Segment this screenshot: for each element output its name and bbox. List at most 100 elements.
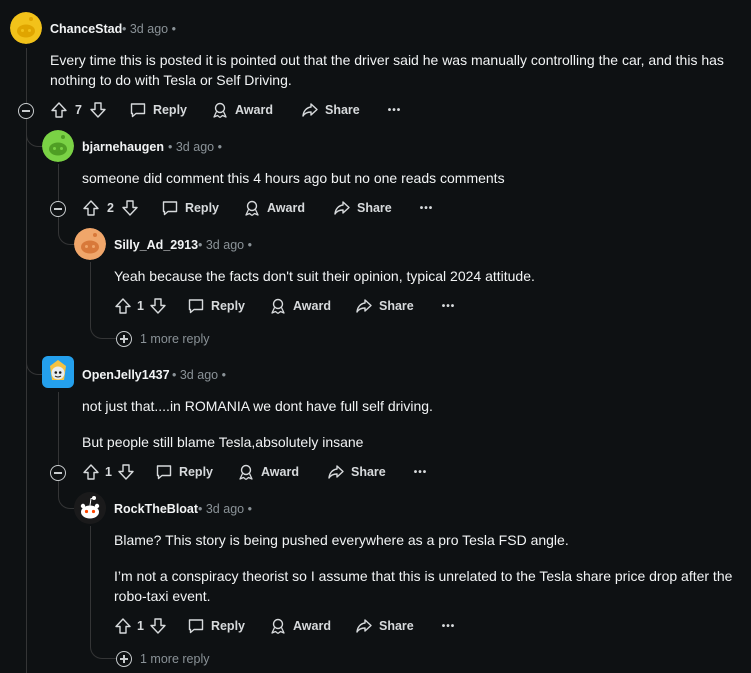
avatar[interactable] [74,228,106,260]
reply-label: Reply [184,201,219,215]
comment-author[interactable]: OpenJelly1437 [82,368,170,382]
downvote-icon [150,618,166,634]
upvote-button[interactable] [114,617,132,635]
collapse-thread-button[interactable] [18,103,34,119]
reply-icon [188,299,204,314]
reply-icon [156,465,172,480]
overflow-menu-button[interactable]: ••• [420,203,434,214]
share-label: Share [378,299,414,313]
avatar[interactable] [42,130,74,162]
comment-actions: 1 Reply Award Share ••• [82,460,427,484]
overflow-icon: ••• [387,104,402,116]
comment-timestamp: • 3d ago • [122,22,176,36]
comment-body: not just that....in ROMANIA we dont have… [82,396,732,452]
share-label: Share [356,201,392,215]
thread-connector [26,120,43,375]
vote-count: 1 [137,299,144,313]
collapse-thread-button[interactable] [50,465,66,481]
collapse-thread-button[interactable] [50,201,66,217]
reply-button[interactable]: Reply [161,199,219,217]
share-button[interactable]: Share [333,199,392,217]
upvote-button[interactable] [82,463,100,481]
comment-body: Blame? This story is being pushed everyw… [114,530,739,606]
downvote-button[interactable] [117,463,135,481]
overflow-menu-button[interactable]: ••• [414,467,428,478]
share-label: Share [324,103,360,117]
comment-author[interactable]: ChanceStad [50,22,122,36]
comment-timestamp: • 3d ago • [168,140,222,154]
upvote-button[interactable] [82,199,100,217]
downvote-button[interactable] [149,617,167,635]
downvote-icon [118,464,134,480]
reply-button[interactable]: Reply [155,463,213,481]
comment-paragraph: Blame? This story is being pushed everyw… [114,532,569,548]
share-label: Share [350,465,386,479]
snoo-avatar-icon [10,12,42,44]
overflow-menu-button[interactable]: ••• [442,301,456,312]
reply-icon [130,103,146,118]
overflow-menu-button[interactable]: ••• [442,621,456,632]
thread-connector [90,310,117,339]
upvote-button[interactable] [114,297,132,315]
upvote-icon [51,102,67,118]
share-icon [328,465,344,479]
award-label: Award [267,201,305,215]
overflow-menu-button[interactable]: ••• [388,105,402,116]
comment-author[interactable]: bjarnehaugen [82,140,164,154]
share-button[interactable]: Share [327,463,386,481]
overflow-icon: ••• [441,620,456,632]
thread-line-level1 [58,392,59,470]
share-button[interactable]: Share [301,101,360,119]
vote-count: 1 [105,465,112,479]
expand-plus-icon [116,651,132,667]
comment-author[interactable]: RockTheBloat [114,502,198,516]
award-icon [239,464,253,481]
comment-timestamp: • 3d ago • [172,368,226,382]
share-button[interactable]: Share [355,297,414,315]
award-button[interactable]: Award [269,297,331,315]
avatar[interactable] [10,12,42,44]
more-replies-link[interactable]: 1 more reply [116,651,209,667]
downvote-icon [150,298,166,314]
comment-paragraph: Every time this is posted it is pointed … [50,52,724,88]
comment-actions: 2 Reply Award Share ••• [82,196,433,220]
overflow-icon: ••• [419,202,434,214]
award-button[interactable]: Award [211,101,273,119]
comment-paragraph: I’m not a conspiracy theorist so I assum… [114,568,733,604]
downvote-button[interactable] [149,297,167,315]
upvote-icon [115,618,131,634]
more-replies-link[interactable]: 1 more reply [116,331,209,347]
vote-count: 1 [137,619,144,633]
reply-button[interactable]: Reply [187,297,245,315]
thread-connector [90,630,117,659]
comment-actions: 1 Reply Award Share ••• [114,294,455,318]
downvote-button[interactable] [89,101,107,119]
comment-author[interactable]: Silly_Ad_2913 [114,238,198,252]
award-button[interactable]: Award [269,617,331,635]
snoo-avatar-icon [74,228,106,260]
share-icon [356,299,372,313]
reply-label: Reply [210,299,245,313]
avatar[interactable] [74,492,106,524]
award-button[interactable]: Award [237,463,299,481]
share-icon [356,619,372,633]
comment-body: Every time this is posted it is pointed … [50,50,740,90]
share-label: Share [378,619,414,633]
comment-body: Yeah because the facts don't suit their … [114,266,734,286]
share-icon [302,103,318,117]
award-icon [245,200,259,217]
reply-button[interactable]: Reply [187,617,245,635]
avatar[interactable] [42,356,74,388]
comment-actions: 1 Reply Award Share ••• [114,614,455,638]
comment-body: someone did comment this 4 hours ago but… [82,168,732,188]
share-button[interactable]: Share [355,617,414,635]
downvote-button[interactable] [121,199,139,217]
upvote-icon [83,464,99,480]
upvote-button[interactable] [50,101,68,119]
reply-button[interactable]: Reply [129,101,187,119]
award-button[interactable]: Award [243,199,305,217]
reply-label: Reply [178,465,213,479]
award-label: Award [261,465,299,479]
vote-count: 7 [75,103,82,117]
award-icon [213,102,227,119]
